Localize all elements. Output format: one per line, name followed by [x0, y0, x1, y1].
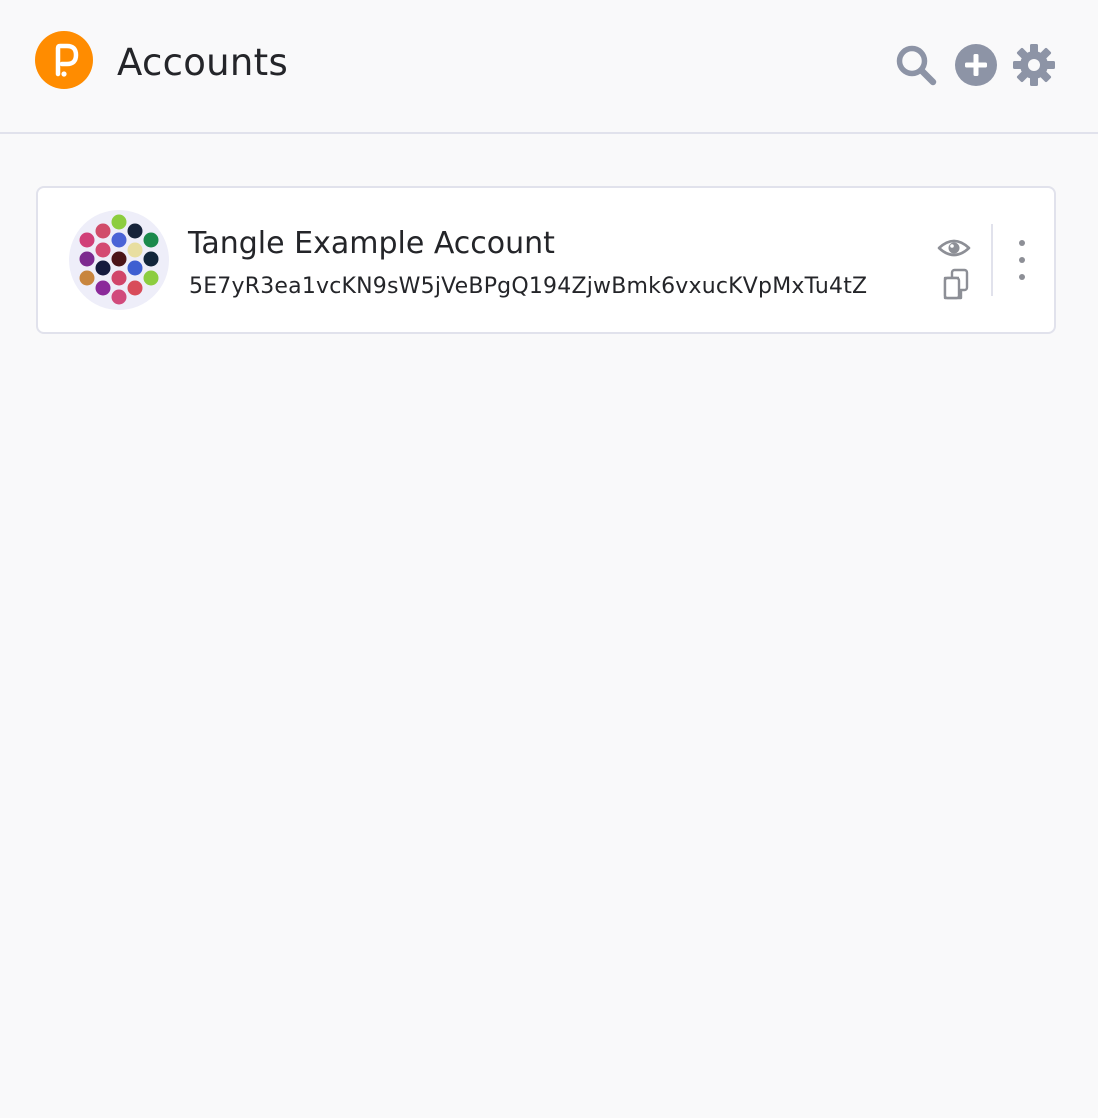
page-title: Accounts	[117, 41, 289, 84]
account-name: Tangle Example Account	[188, 226, 555, 261]
polkadot-logo-icon	[35, 31, 93, 89]
copy-address-button[interactable]	[942, 268, 970, 300]
add-circle-icon	[953, 42, 999, 88]
search-button[interactable]	[893, 42, 939, 88]
card-divider	[991, 224, 993, 296]
more-vertical-icon	[1008, 240, 1036, 287]
account-address: 5E7yR3ea1vcKN9sW5jVeBPgQ194ZjwBmk6vxucKV…	[189, 274, 868, 299]
account-card[interactable]: Tangle Example Account 5E7yR3ea1vcKN9sW5…	[36, 186, 1056, 334]
toggle-visibility-button[interactable]	[937, 234, 971, 262]
identicon	[69, 210, 169, 310]
settings-button[interactable]	[1011, 42, 1057, 88]
account-menu-button[interactable]	[1008, 236, 1036, 284]
copy-icon	[942, 268, 970, 303]
gear-icon	[1011, 42, 1057, 88]
eye-icon	[937, 239, 971, 265]
search-icon	[893, 42, 939, 88]
header: Accounts	[0, 0, 1098, 134]
add-account-button[interactable]	[953, 42, 999, 88]
